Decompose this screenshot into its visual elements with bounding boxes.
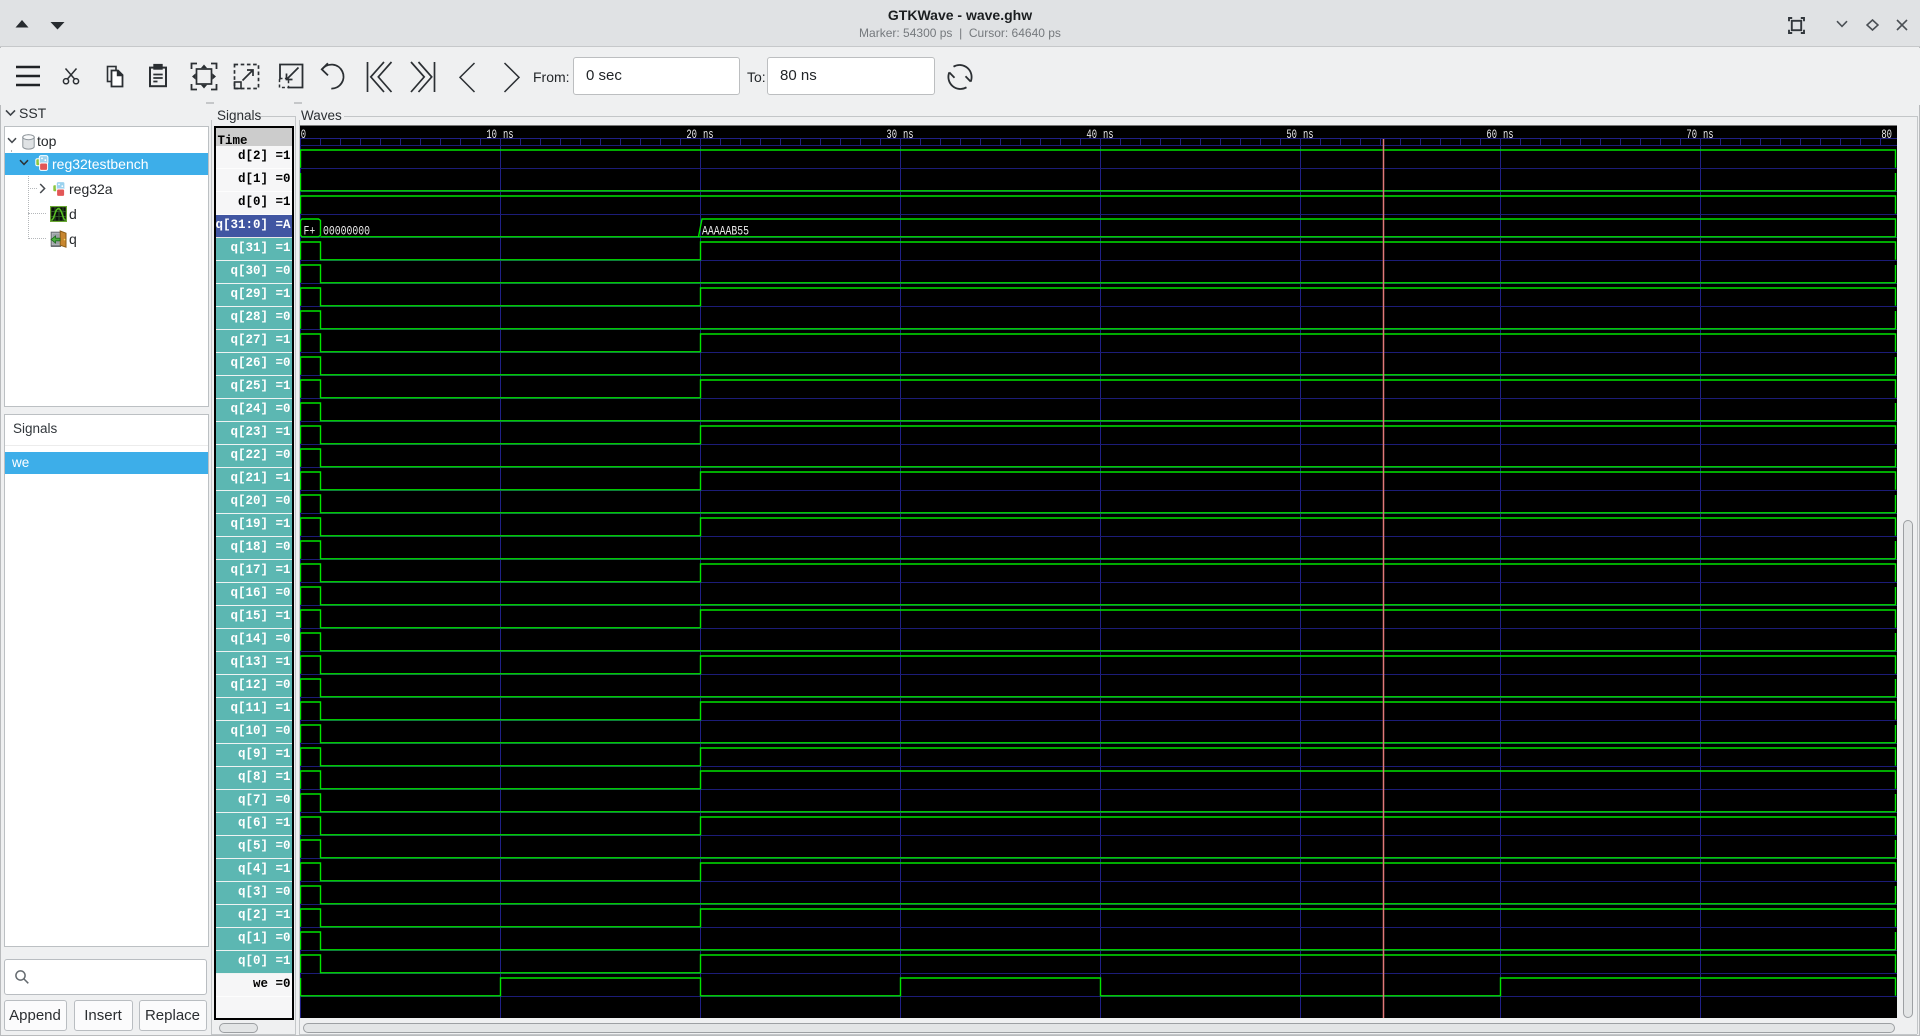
svg-text:20: 20 [686, 129, 697, 143]
svg-text:ns: ns [1503, 129, 1514, 143]
svg-text:AAAAAB55: AAAAAB55 [702, 224, 749, 239]
svg-text:ns: ns [1303, 129, 1314, 143]
svg-text:ns: ns [703, 129, 714, 143]
svg-text:00000000: 00000000 [323, 224, 370, 239]
svg-text:30: 30 [886, 129, 897, 143]
svg-text:ns: ns [1703, 129, 1714, 143]
svg-text:50: 50 [1286, 129, 1297, 143]
svg-text:10: 10 [486, 129, 497, 143]
svg-text:40: 40 [1086, 129, 1097, 143]
svg-text:80: 80 [1881, 129, 1892, 143]
svg-text:0: 0 [301, 129, 306, 143]
svg-text:70: 70 [1686, 129, 1697, 143]
svg-text:ns: ns [1103, 129, 1114, 143]
svg-text:60: 60 [1486, 129, 1497, 143]
svg-text:ns: ns [503, 129, 514, 143]
svg-text:ns: ns [903, 129, 914, 143]
svg-text:F+: F+ [304, 224, 316, 239]
